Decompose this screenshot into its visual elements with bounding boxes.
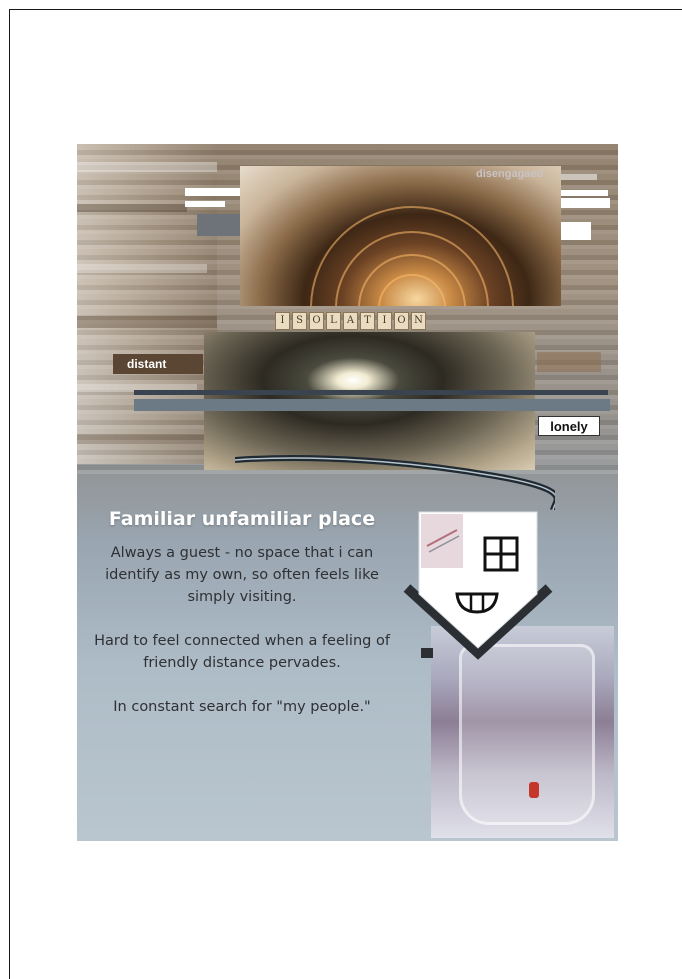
letter-tile: N	[411, 312, 426, 330]
paragraph-connected: Hard to feel connected when a feeling of…	[94, 633, 390, 671]
letter-tile: I	[275, 312, 290, 330]
divider-bar-steel	[134, 399, 610, 411]
isolation-tiles: I S O L A T I O N	[275, 312, 426, 330]
paragraph-guest: Always a guest - no space that i can ide…	[105, 545, 379, 605]
divider-bar-dark	[134, 390, 608, 395]
word-disengaged: disengagaed	[476, 168, 544, 180]
text-block: Familiar unfamiliar place Always a guest…	[93, 508, 391, 740]
tag-distant: distant	[113, 354, 203, 374]
house-face-icon	[399, 508, 557, 678]
road-curve	[235, 454, 555, 510]
tag-distant-label: distant	[127, 357, 167, 371]
poster-heading: Familiar unfamiliar place	[108, 508, 376, 530]
tag-lonely: lonely	[538, 416, 600, 436]
smile-icon	[455, 592, 499, 614]
letter-tile: I	[377, 312, 392, 330]
tag-lonely-label: lonely	[550, 419, 588, 434]
letter-tile: O	[394, 312, 409, 330]
letter-tile: A	[343, 312, 358, 330]
letter-tile: S	[292, 312, 307, 330]
collage-poster: disengagaed I S O L A T I O N distant lo…	[77, 144, 618, 841]
tiny-figure	[529, 782, 539, 798]
letter-tile: T	[360, 312, 375, 330]
tunnel-photo-top: disengagaed	[240, 166, 561, 306]
letter-tile: O	[309, 312, 324, 330]
letter-tile: L	[326, 312, 341, 330]
paragraph-search: In constant search for "my people."	[113, 699, 371, 715]
